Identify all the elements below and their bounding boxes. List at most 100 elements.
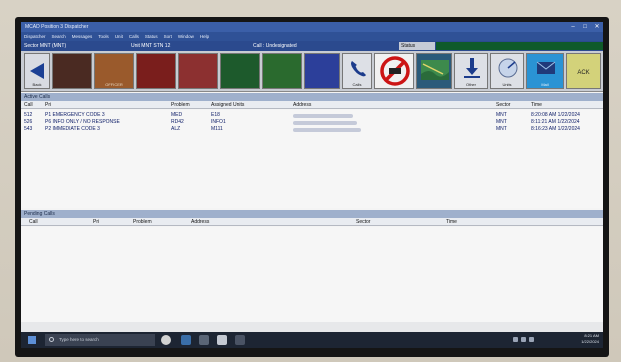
call-units: INFO1	[211, 119, 226, 125]
tray-icon-2[interactable]	[521, 337, 526, 342]
col-sector[interactable]: Sector	[356, 218, 370, 226]
color-button-2[interactable]: OFFICER	[94, 53, 134, 89]
screen: MCAD Position 3 Dispatcher – □ ✕ Dispatc…	[21, 22, 603, 348]
back-button[interactable]: Back	[24, 53, 50, 89]
menu-item-window[interactable]: Window	[178, 32, 194, 41]
window-titlebar: MCAD Position 3 Dispatcher – □ ✕	[21, 22, 603, 32]
active-calls-title: Active Calls	[21, 93, 603, 101]
tray-icon-1[interactable]	[513, 337, 518, 342]
color-button-6[interactable]	[262, 53, 302, 89]
windows-start-icon[interactable]	[28, 336, 36, 344]
back-label: Back	[32, 82, 42, 87]
other-label: Other	[465, 82, 476, 87]
menu-item-help[interactable]: Help	[200, 32, 209, 41]
call-sector: MNT	[496, 119, 507, 125]
maximize-button[interactable]: □	[581, 22, 589, 32]
col-address[interactable]: Address	[191, 218, 209, 226]
menu-item-search[interactable]: Search	[52, 32, 66, 41]
status-bar: Sector MNT (MNT) Unit MNT STN 12 Call : …	[21, 41, 603, 51]
pending-calls-grid	[21, 227, 603, 322]
call-units: M111	[211, 126, 223, 132]
taskbar-search[interactable]: Type here to search	[45, 334, 155, 346]
col-sector[interactable]: Sector	[496, 101, 510, 109]
clock-date: 1/22/2024	[581, 339, 599, 344]
no-entry-button[interactable]	[374, 53, 414, 89]
col-call[interactable]: Call	[29, 218, 38, 226]
col-assigned-units[interactable]: Assigned Units	[211, 101, 244, 109]
taskbar-clock[interactable]: 8:21 AM 1/22/2024	[581, 333, 599, 345]
app-icon-2[interactable]	[181, 335, 191, 345]
minimize-button[interactable]: –	[569, 22, 577, 32]
col-pri[interactable]: Pri	[45, 101, 51, 109]
calls-button[interactable]: Calls	[342, 53, 372, 89]
menu-item-calls[interactable]: Calls	[129, 32, 139, 41]
menu-item-dispatcher[interactable]: Dispatcher	[24, 32, 46, 41]
no-entry-icon	[380, 56, 410, 86]
active-calls-grid: 512 P1 EMERGENCY CODE 3 MED E18 MNT 8:20…	[21, 110, 603, 208]
col-call[interactable]: Call	[24, 101, 33, 109]
menu-item-tools[interactable]: Tools	[98, 32, 109, 41]
call-units: E18	[211, 112, 220, 118]
mail-button[interactable]: Mail	[526, 53, 564, 89]
tray-icon-3[interactable]	[529, 337, 534, 342]
phone-icon	[351, 61, 366, 77]
call-address-redacted	[293, 126, 361, 135]
color-button-5[interactable]	[220, 53, 260, 89]
menu-item-sort[interactable]: Sort	[164, 32, 172, 41]
call-time: 8:16:23 AM 1/22/2024	[531, 126, 580, 132]
table-row[interactable]: 512 P1 EMERGENCY CODE 3 MED E18 MNT 8:20…	[21, 112, 603, 119]
col-problem[interactable]: Problem	[133, 218, 152, 226]
call-time: 8:11:21 AM 1/22/2024	[531, 119, 580, 125]
status-label: Status	[399, 42, 435, 50]
color-button-1[interactable]	[52, 53, 92, 89]
call-problem: RD42	[171, 119, 184, 125]
window-controls: – □ ✕	[569, 22, 601, 32]
col-time[interactable]: Time	[446, 218, 457, 226]
color-button-7[interactable]	[304, 53, 340, 89]
map-icon	[421, 60, 449, 80]
call-priority: P1 EMERGENCY CODE 3	[45, 112, 105, 118]
call-number: 526	[24, 119, 33, 125]
close-button[interactable]: ✕	[593, 22, 601, 32]
toolbar: Back OFFICER Calls Other Units Mail ACK	[21, 51, 603, 92]
app-icon-3[interactable]	[199, 335, 209, 345]
menu-item-messages[interactable]: Messages	[72, 32, 93, 41]
call-number: 512	[24, 112, 33, 118]
app-icon-5[interactable]	[235, 335, 245, 345]
pending-calls-footer	[21, 322, 603, 332]
taskbar: Type here to search 8:21 AM 1/22/2024	[21, 332, 603, 348]
col-address[interactable]: Address	[293, 101, 311, 109]
map-button[interactable]	[416, 53, 452, 89]
mail-label: Mail	[541, 82, 549, 87]
back-arrow-icon	[30, 63, 44, 79]
col-problem[interactable]: Problem	[171, 101, 190, 109]
table-row[interactable]: 543 P2 IMMEDIATE CODE 3 ALZ M111 MNT 8:1…	[21, 126, 603, 133]
ack-label: ACK	[577, 70, 590, 76]
calls-label: Calls	[352, 82, 362, 87]
call-time: 8:20:08 AM 1/22/2024	[531, 112, 580, 118]
ack-button[interactable]: ACK	[566, 53, 601, 89]
window-title: MCAD Position 3 Dispatcher	[25, 24, 89, 30]
call-sector: MNT	[496, 112, 507, 118]
color-button-3[interactable]	[136, 53, 176, 89]
col-time[interactable]: Time	[531, 101, 542, 109]
search-icon	[49, 337, 54, 342]
download-icon	[464, 58, 480, 78]
radar-icon	[498, 58, 518, 78]
menu-item-unit[interactable]: Unit	[115, 32, 123, 41]
color-button-2-label: OFFICER	[105, 82, 123, 87]
status-indicator	[436, 42, 603, 50]
table-row[interactable]: 526 P6 INFO ONLY / NO RESPONSE RD42 INFO…	[21, 119, 603, 126]
units-label: Units	[502, 82, 512, 87]
menu-item-status[interactable]: Status	[145, 32, 158, 41]
other-button[interactable]: Other	[454, 53, 488, 89]
col-pri[interactable]: Pri	[93, 218, 99, 226]
unit-readout: Unit MNT STN 12	[131, 43, 171, 49]
units-button[interactable]: Units	[490, 53, 524, 89]
active-calls-header: Call Pri Problem Assigned Units Address …	[21, 101, 603, 109]
app-icon-1[interactable]	[161, 335, 171, 345]
envelope-icon	[536, 61, 556, 74]
color-button-4[interactable]	[178, 53, 218, 89]
pending-calls-title: Pending Calls	[21, 210, 603, 218]
app-icon-4[interactable]	[217, 335, 227, 345]
